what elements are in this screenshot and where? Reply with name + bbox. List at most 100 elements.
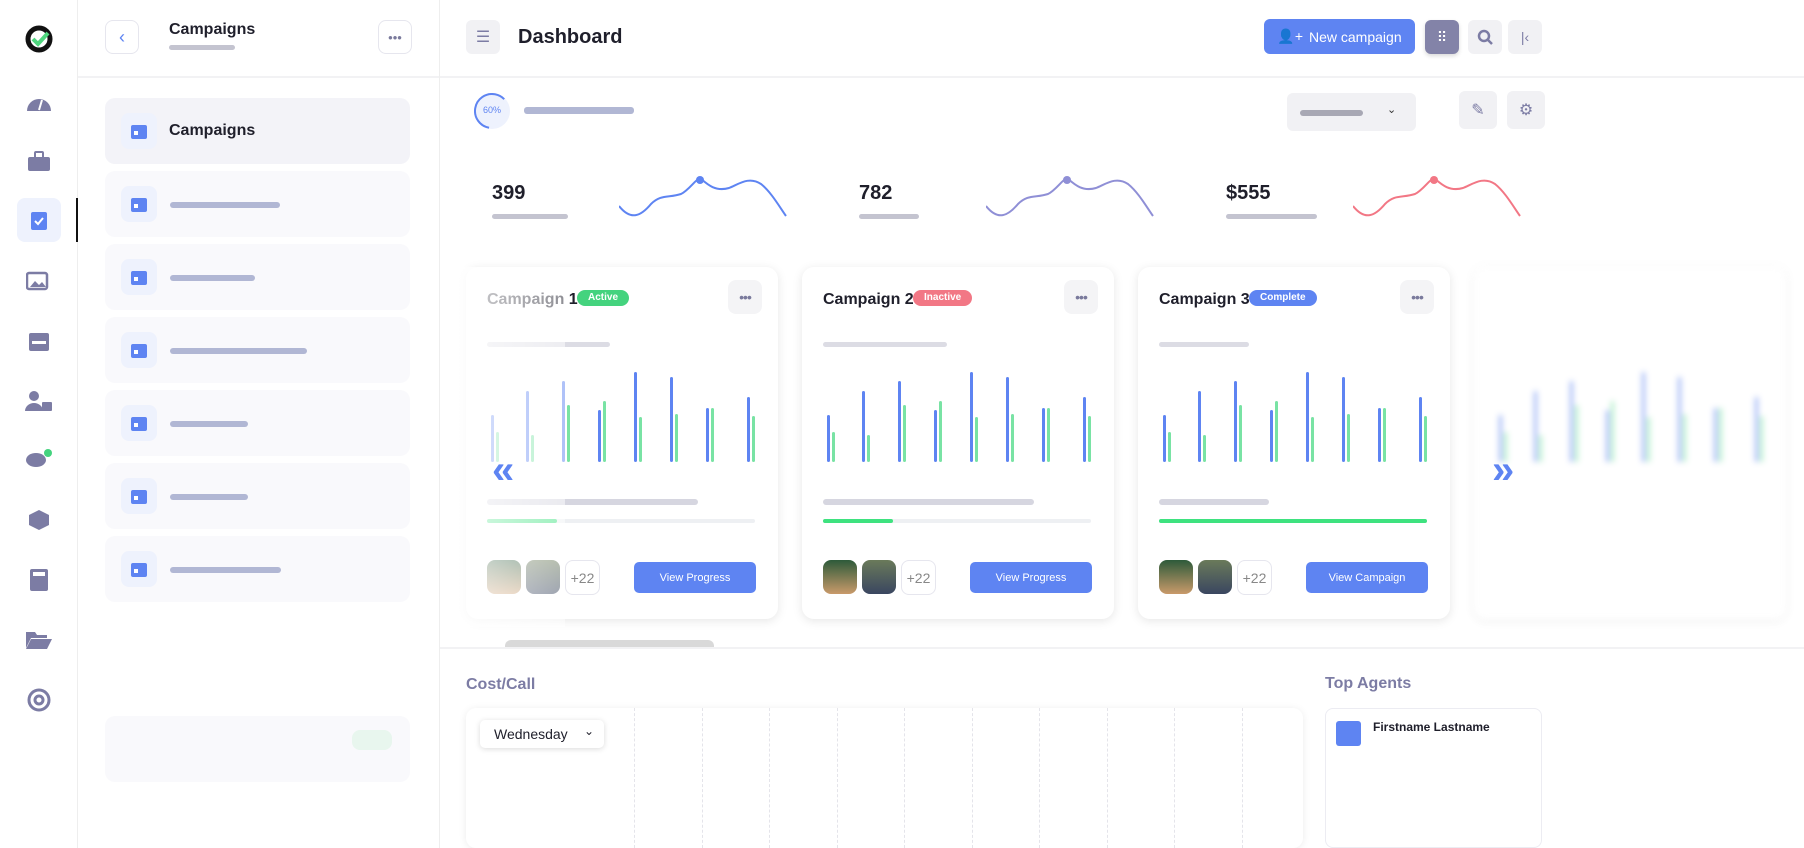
day-dropdown[interactable]: Wednesday ⌄ <box>480 720 604 748</box>
box-icon[interactable] <box>17 498 61 542</box>
panel-item[interactable] <box>105 390 410 456</box>
dialpad-button[interactable]: ⠿ <box>1425 20 1459 54</box>
stat-value: $555 <box>1226 182 1271 204</box>
logo-icon[interactable] <box>17 17 61 61</box>
bar-blue <box>706 408 709 462</box>
bar-blue <box>1678 377 1681 462</box>
calendar-icon[interactable] <box>17 319 61 363</box>
panel-item[interactable] <box>105 244 410 310</box>
edit-button[interactable]: ✎ <box>1459 91 1497 129</box>
gridline <box>701 708 703 848</box>
bar-green <box>903 405 906 462</box>
view-button[interactable]: View Campaign <box>1306 562 1428 593</box>
panel-item-label: Campaigns <box>169 122 256 139</box>
card-more-button[interactable]: ••• <box>728 280 762 314</box>
toolbox-icon[interactable] <box>17 140 61 184</box>
more-agents-count[interactable]: +22 <box>901 560 936 595</box>
calculator-icon[interactable] <box>17 558 61 602</box>
user-lock-icon[interactable] <box>17 379 61 423</box>
collapse-button[interactable]: |‹ <box>1508 20 1542 54</box>
bar-green <box>1047 408 1050 462</box>
panel-item[interactable] <box>105 536 410 602</box>
panel-header: ‹ Campaigns ••• <box>78 0 439 78</box>
calendar-icon <box>121 113 157 149</box>
card-more-button[interactable]: ••• <box>1064 280 1098 314</box>
bar-green <box>1611 401 1614 462</box>
bar-blue <box>1042 408 1045 462</box>
panel-item-placeholder <box>170 494 248 500</box>
bar-green <box>1647 417 1650 462</box>
target-icon[interactable] <box>17 678 61 722</box>
campaign-card: Campaign 3 Complete ••• +22 View Campaig… <box>1138 267 1450 619</box>
calendar-icon <box>121 186 157 222</box>
panel-item[interactable] <box>105 463 410 529</box>
bar-blue <box>1234 381 1237 462</box>
filter-dropdown[interactable]: ⌄ <box>1287 93 1416 131</box>
panel-item-placeholder <box>170 275 255 281</box>
calendar-icon <box>121 332 157 368</box>
new-campaign-button[interactable]: 👤+ New campaign <box>1264 19 1415 54</box>
bar-green <box>1575 405 1578 462</box>
agent-avatar <box>823 560 857 594</box>
agent-avatar <box>1336 721 1361 746</box>
progress-ring: 60% <box>474 93 510 129</box>
folder-open-icon[interactable] <box>17 618 61 662</box>
search-button[interactable] <box>1468 20 1502 54</box>
panel-item-campaigns[interactable]: Campaigns <box>105 98 410 164</box>
gridline <box>769 708 770 848</box>
bar-green <box>1760 416 1763 462</box>
bar-blue <box>1606 410 1609 462</box>
gridline <box>1039 708 1040 848</box>
icon-rail <box>0 0 78 848</box>
page-title: Dashboard <box>518 26 623 48</box>
panel-bottom-card[interactable] <box>105 716 410 782</box>
gridline <box>634 708 635 848</box>
chevron-down-icon: ⌄ <box>1387 104 1397 116</box>
dashboard-gauge-icon[interactable] <box>17 80 61 124</box>
bar-blue <box>747 397 750 462</box>
bar-blue <box>1342 377 1345 462</box>
view-button[interactable]: View Progress <box>970 562 1092 593</box>
chevron-down-icon: ⌄ <box>583 724 594 738</box>
card-more-button[interactable]: ••• <box>1400 280 1434 314</box>
chevron-left-icon: ‹ <box>119 26 125 47</box>
bar-green <box>1424 416 1427 462</box>
bar-green <box>1311 417 1314 462</box>
bar-blue <box>970 372 973 462</box>
panel-item[interactable] <box>105 317 410 383</box>
bar-green <box>1383 408 1386 462</box>
images-icon[interactable] <box>17 259 61 303</box>
bar-blue <box>827 415 830 462</box>
chat-icon[interactable] <box>17 438 61 482</box>
agent-name[interactable]: Firstname Lastname <box>1373 720 1490 734</box>
stat-sparkline <box>986 176 1154 217</box>
more-agents-count[interactable]: +22 <box>565 560 600 595</box>
campaign-progress <box>823 519 1091 523</box>
bar-green <box>1203 435 1206 462</box>
panel-item-placeholder <box>170 421 248 427</box>
bar-blue <box>1083 397 1086 462</box>
bar-blue <box>634 372 637 462</box>
panel-item-placeholder <box>170 348 307 354</box>
panel-item[interactable] <box>105 171 410 237</box>
menu-button[interactable]: ☰ <box>466 20 500 54</box>
stat-value: 782 <box>859 182 893 204</box>
clipboard-check-icon[interactable] <box>17 198 61 242</box>
card-subtitle-placeholder <box>1159 342 1249 347</box>
campaign-progress <box>1159 519 1427 523</box>
panel-subtitle-placeholder <box>169 45 235 50</box>
back-button[interactable]: ‹ <box>105 20 139 54</box>
panel-more-button[interactable]: ••• <box>378 20 412 54</box>
stat-sparkline <box>1353 176 1521 217</box>
gridline <box>1174 708 1175 848</box>
carousel-next-icon[interactable]: » <box>1492 448 1514 493</box>
agent-avatar <box>1198 560 1232 594</box>
bar-blue <box>1198 391 1201 462</box>
carousel-prev-icon[interactable]: « <box>492 448 514 493</box>
sparkline-point <box>696 176 704 184</box>
bar-green <box>975 417 978 462</box>
view-button[interactable]: View Progress <box>634 562 756 593</box>
more-agents-count[interactable]: +22 <box>1237 560 1272 595</box>
gridline <box>836 708 838 848</box>
settings-button[interactable]: ⚙ <box>1507 91 1545 129</box>
